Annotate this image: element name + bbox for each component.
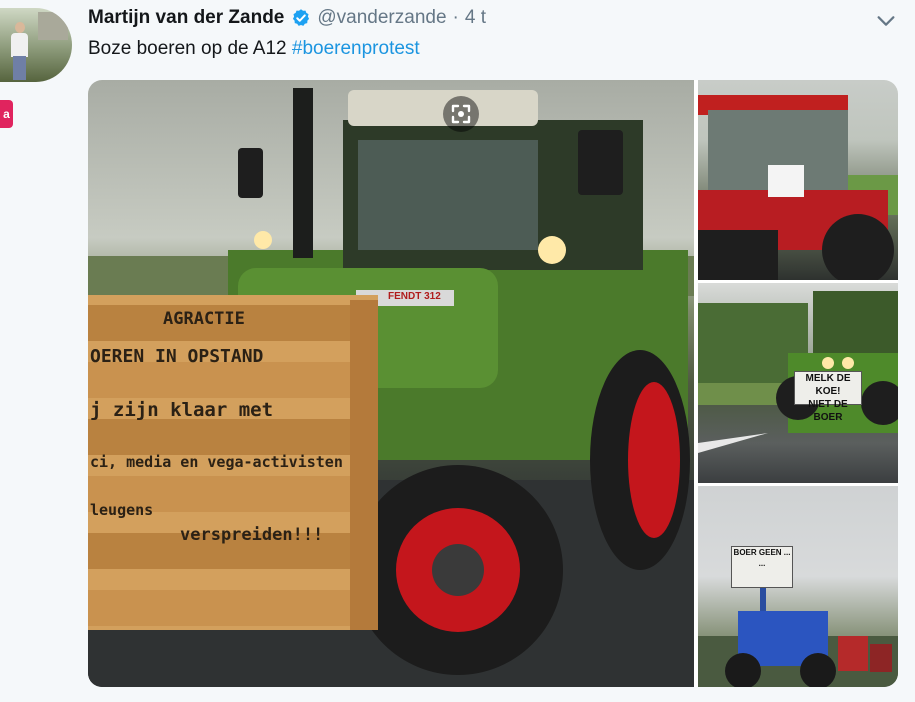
protest-sign: MELK DE KOE! NIET DE BOER <box>794 371 862 423</box>
photo-main[interactable]: AGRACTIE OEREN IN OPSTAND j zijn klaar m… <box>88 80 694 687</box>
display-name[interactable]: Martijn van der Zande <box>88 7 284 29</box>
protest-sign-line: ... <box>758 559 766 568</box>
red-tractor-illustration <box>698 95 898 280</box>
media-grid: AGRACTIE OEREN IN OPSTAND j zijn klaar m… <box>88 80 898 687</box>
tractor-model-badge: FENDT 312 <box>388 291 441 302</box>
avatar-background <box>38 12 68 40</box>
pallet-sign-line: j zijn klaar met <box>90 399 274 421</box>
avatar[interactable] <box>0 8 72 82</box>
tweet-text-body: Boze boeren op de A12 <box>88 38 292 59</box>
tweet-text: Boze boeren op de A12 #boerenprotest <box>88 38 420 60</box>
tweet: a Martijn van der Zande @vanderzande · 4… <box>0 0 915 702</box>
protest-sign-line: NIET DE BOER <box>808 399 848 423</box>
blue-tractor-illustration <box>698 556 898 687</box>
avatar-figure-head <box>15 22 25 33</box>
pallet-sign-line: OEREN IN OPSTAND <box>90 346 264 367</box>
photo-top-right[interactable] <box>698 80 898 280</box>
pallet-sign-line: verspreiden!!! <box>180 525 324 545</box>
tweet-timestamp[interactable]: 4 t <box>465 7 486 29</box>
photo-bottom-right[interactable]: BOER GEEN ... ... <box>698 486 898 687</box>
tractor-illustration <box>88 88 694 687</box>
pallet-sign-line: ci, media en vega-activisten <box>90 453 343 471</box>
separator-dot: · <box>452 7 459 28</box>
pallet-sign-line: AGRACTIE <box>163 309 245 329</box>
avatar-figure-body <box>11 33 28 57</box>
protest-sign: BOER GEEN ... ... <box>731 546 793 588</box>
user-handle[interactable]: @vanderzande <box>317 7 446 29</box>
verified-badge-icon <box>293 9 310 26</box>
tweet-header: Martijn van der Zande @vanderzande · 4 t <box>88 6 486 30</box>
protest-sign-line: BOER GEEN ... <box>733 548 791 557</box>
chevron-down-icon[interactable] <box>875 10 897 32</box>
photo-middle-right[interactable]: MELK DE KOE! NIET DE BOER <box>698 283 898 483</box>
avatar-figure-legs <box>13 56 26 80</box>
expand-photo-icon[interactable] <box>443 96 479 132</box>
pallet-sign-line: leugens <box>90 501 154 519</box>
hashtag-link[interactable]: #boerenprotest <box>292 38 420 59</box>
side-badge: a <box>0 100 13 128</box>
protest-sign-line: MELK DE KOE! <box>805 373 851 397</box>
